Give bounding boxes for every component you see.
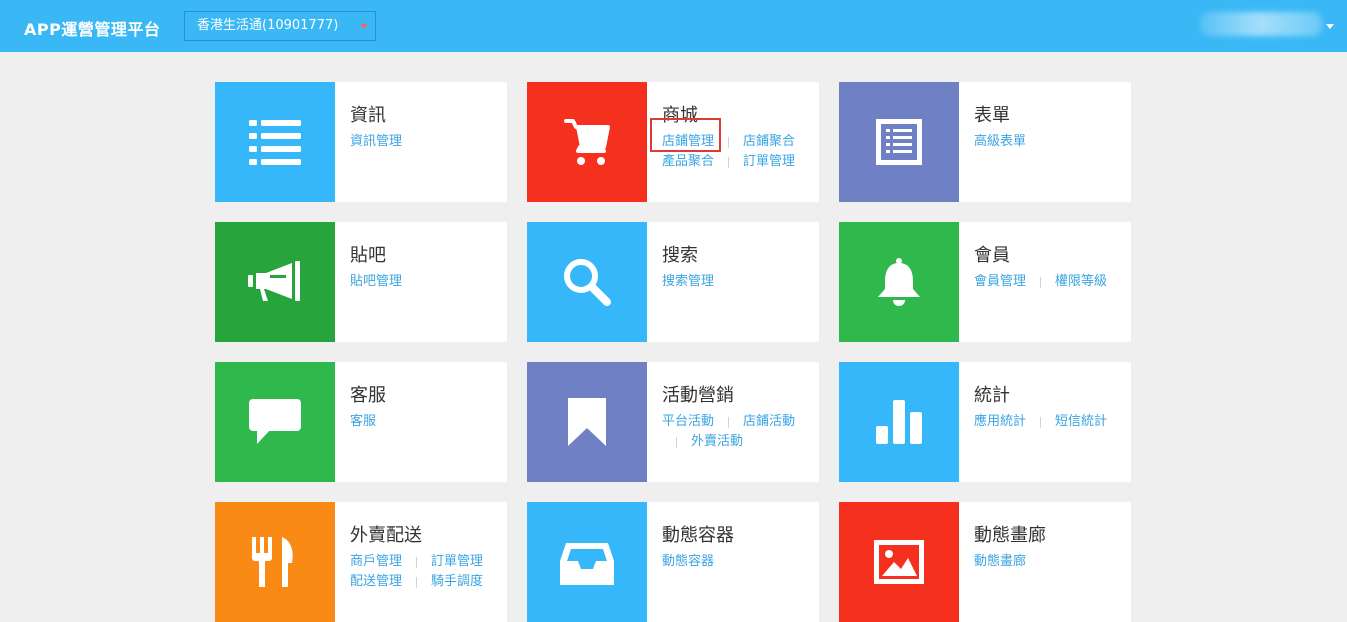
link-takeaway-activity[interactable]: 外賣活動 xyxy=(691,434,743,449)
module-card-form[interactable]: 表單 高級表單 xyxy=(839,82,1131,202)
link-dispatch-manage[interactable]: 配送管理 xyxy=(350,574,402,589)
chevron-down-icon xyxy=(360,24,368,29)
app-title: APP運營管理平台 xyxy=(24,20,161,39)
link-store-activity[interactable]: 店鋪活動 xyxy=(743,414,795,429)
module-card-member[interactable]: 會員 會員管理 | 權限等級 xyxy=(839,222,1131,342)
link-customer-service[interactable]: 客服 xyxy=(350,414,376,429)
module-title: 貼吧 xyxy=(350,245,386,266)
module-card-dynamic-container[interactable]: 動態容器 動態容器 xyxy=(527,502,819,622)
bell-icon xyxy=(839,222,959,342)
module-title: 搜索 xyxy=(662,245,698,266)
module-card-delivery[interactable]: 外賣配送 商戶管理 | 訂單管理 配送管理 | 騎手調度 xyxy=(215,502,507,622)
megaphone-icon xyxy=(215,222,335,342)
chat-icon xyxy=(215,362,335,482)
module-card-search[interactable]: 搜索 搜索管理 xyxy=(527,222,819,342)
module-title: 資訊 xyxy=(350,105,386,126)
cutlery-icon xyxy=(215,502,335,622)
store-select-value: 香港生活通(10901777) xyxy=(197,18,339,33)
link-advanced-form[interactable]: 高級表單 xyxy=(974,134,1026,149)
module-title: 動態畫廊 xyxy=(974,525,1046,546)
module-title: 統計 xyxy=(974,385,1010,406)
module-title: 動態容器 xyxy=(662,525,734,546)
module-links: 商戶管理 | 訂單管理 配送管理 | 騎手調度 xyxy=(350,554,484,589)
module-links: 客服 xyxy=(350,412,500,432)
bookmark-icon xyxy=(527,362,647,482)
module-links: 資訊管理 xyxy=(350,132,500,152)
module-links: 平台活動 | 店鋪活動 | 外賣活動 xyxy=(662,414,796,449)
link-app-statistics[interactable]: 應用統計 xyxy=(974,414,1026,429)
link-member-manage[interactable]: 會員管理 xyxy=(974,274,1026,289)
module-title: 表單 xyxy=(974,105,1010,126)
module-links: 動態容器 xyxy=(662,552,812,572)
picture-icon xyxy=(839,502,959,622)
list-icon xyxy=(215,82,335,202)
link-product-aggregate[interactable]: 產品聚合 xyxy=(662,154,714,169)
link-merchant-manage[interactable]: 商戶管理 xyxy=(350,554,402,569)
link-dynamic-gallery[interactable]: 動態畫廊 xyxy=(974,554,1026,569)
user-menu[interactable] xyxy=(1200,12,1322,36)
module-links: 會員管理 | 權限等級 xyxy=(974,274,1108,289)
module-links: 應用統計 | 短信統計 xyxy=(974,414,1108,429)
form-icon xyxy=(839,82,959,202)
link-delivery-order-manage[interactable]: 訂單管理 xyxy=(431,554,483,569)
user-menu-caret-icon[interactable] xyxy=(1326,24,1334,29)
bar-chart-icon xyxy=(839,362,959,482)
module-card-marketing[interactable]: 活動營銷 平台活動 | 店鋪活動 | 外賣活動 xyxy=(527,362,819,482)
module-links: 動態畫廊 xyxy=(974,552,1124,572)
module-links: 貼吧管理 xyxy=(350,272,500,292)
module-title: 會員 xyxy=(974,245,1010,266)
cart-icon xyxy=(527,82,647,202)
module-card-news[interactable]: 資訊 資訊管理 xyxy=(215,82,507,202)
module-links: 搜索管理 xyxy=(662,272,812,292)
link-news-manage[interactable]: 資訊管理 xyxy=(350,134,402,149)
module-card-dynamic-gallery[interactable]: 動態畫廊 動態畫廊 xyxy=(839,502,1131,622)
top-bar: APP運營管理平台 香港生活通(10901777) xyxy=(0,0,1347,52)
link-platform-activity[interactable]: 平台活動 xyxy=(662,414,714,429)
module-title: 客服 xyxy=(350,385,386,406)
link-rider-dispatch[interactable]: 騎手調度 xyxy=(431,574,483,589)
link-order-manage[interactable]: 訂單管理 xyxy=(743,154,795,169)
link-store-aggregate[interactable]: 店鋪聚合 xyxy=(743,134,795,149)
inbox-icon xyxy=(527,502,647,622)
link-forum-manage[interactable]: 貼吧管理 xyxy=(350,274,402,289)
link-sms-statistics[interactable]: 短信統計 xyxy=(1055,414,1107,429)
store-select[interactable]: 香港生活通(10901777) xyxy=(184,11,376,41)
highlight-box xyxy=(650,118,721,152)
link-dynamic-container[interactable]: 動態容器 xyxy=(662,554,714,569)
link-search-manage[interactable]: 搜索管理 xyxy=(662,274,714,289)
module-card-customer-service[interactable]: 客服 客服 xyxy=(215,362,507,482)
module-card-forum[interactable]: 貼吧 貼吧管理 xyxy=(215,222,507,342)
link-permission-level[interactable]: 權限等級 xyxy=(1055,274,1107,289)
module-title: 活動營銷 xyxy=(662,385,734,406)
module-title: 外賣配送 xyxy=(350,525,422,546)
search-icon xyxy=(527,222,647,342)
module-links: 高級表單 xyxy=(974,132,1124,152)
module-card-statistics[interactable]: 統計 應用統計 | 短信統計 xyxy=(839,362,1131,482)
